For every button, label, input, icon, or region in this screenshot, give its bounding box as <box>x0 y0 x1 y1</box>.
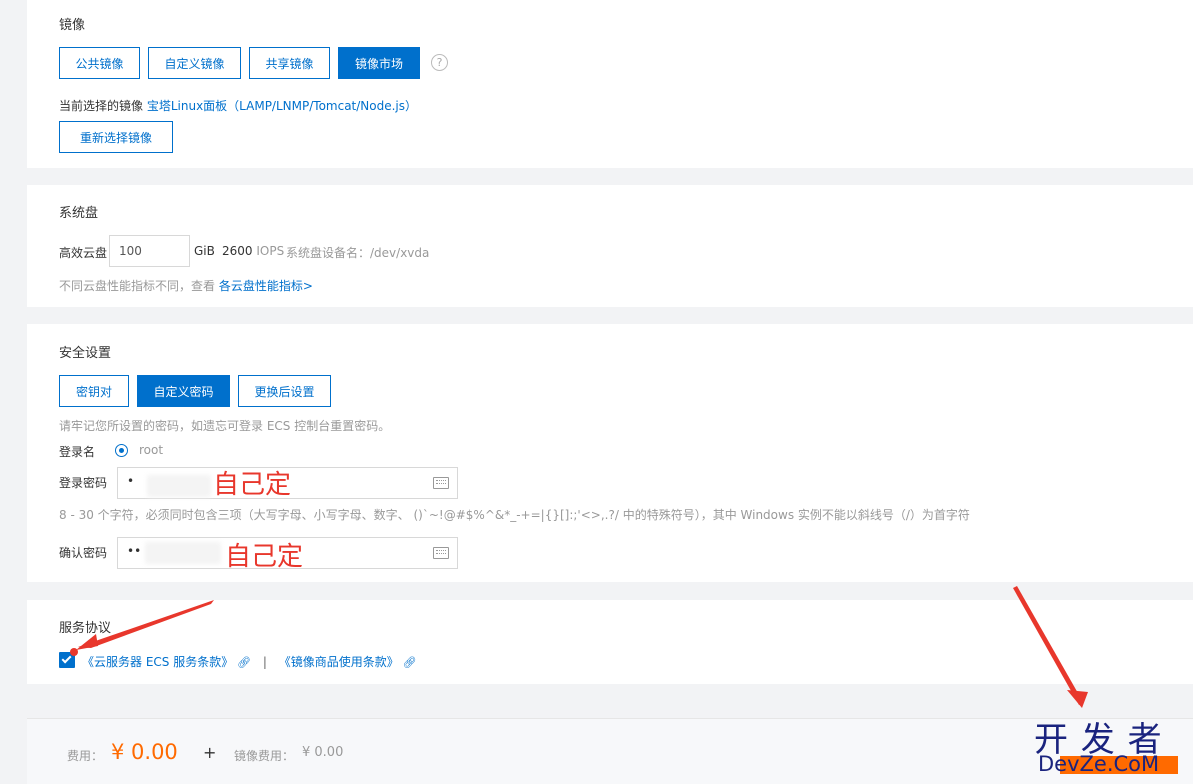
tab-key-pair[interactable]: 密钥对 <box>59 375 129 407</box>
current-image-label: 当前选择的镜像 <box>59 99 144 113</box>
disk-performance-link[interactable]: 各云盘性能指标> <box>219 279 313 293</box>
agreement-section: 服务协议 《云服务器 ECS 服务条款》 🔗︎ | 《镜像商品使用条款》 🔗︎ <box>27 600 1193 684</box>
disk-type-label: 高效云盘 <box>59 246 108 260</box>
disk-device-label: 系统盘设备名： <box>286 246 371 260</box>
system-disk-section: 系统盘 高效云盘 100 GiB 2600 IOPS 系统盘设备名：/dev/x… <box>27 185 1193 307</box>
security-tip: 请牢记您所设置的密码，如遗忘可登录 ECS 控制台重置密码。 <box>59 419 391 433</box>
image-fee-value: ¥ 0.00 <box>302 745 344 760</box>
security-section: 安全设置 密钥对 自定义密码 更换后设置 请牢记您所设置的密码，如遗忘可登录 E… <box>27 324 1193 582</box>
annotation-self-set-confirm: 自己定 <box>225 542 304 572</box>
confirm-password-label: 确认密码 <box>59 546 108 560</box>
tab-custom-password[interactable]: 自定义密码 <box>137 375 230 407</box>
security-title: 安全设置 <box>59 346 112 361</box>
image-terms-link[interactable]: 《镜像商品使用条款》 <box>279 655 399 669</box>
disk-device-value: /dev/xvda <box>370 246 430 260</box>
tab-custom-image[interactable]: 自定义镜像 <box>148 47 241 79</box>
fee-label: 费用： <box>67 749 104 763</box>
tab-set-later[interactable]: 更换后设置 <box>238 375 331 407</box>
disk-size-input[interactable]: 100 <box>109 235 190 267</box>
disk-iops-unit: IOPS <box>256 244 285 258</box>
confirm-password-value: •• <box>127 544 142 558</box>
login-name-value: root <box>139 443 164 457</box>
fee-value: ¥ 0.00 <box>111 740 178 764</box>
tab-image-market[interactable]: 镜像市场 <box>338 47 420 79</box>
tab-shared-image[interactable]: 共享镜像 <box>249 47 330 79</box>
disk-size-unit: GiB <box>194 244 215 258</box>
disk-note-text: 不同云盘性能指标不同，查看 <box>59 279 216 293</box>
arrow-head-down <box>1067 690 1088 708</box>
current-image-value[interactable]: 宝塔Linux面板（LAMP/LNMP/Tomcat/Node.js） <box>147 99 417 113</box>
disk-iops: 2600 IOPS <box>222 244 284 258</box>
password-value: • <box>127 474 135 488</box>
reselect-image-button[interactable]: 重新选择镜像 <box>59 121 173 153</box>
annotation-dot <box>70 648 78 656</box>
password-label: 登录密码 <box>59 476 108 490</box>
image-section-title: 镜像 <box>59 18 86 33</box>
link-separator: | <box>262 655 267 669</box>
current-image-row: 当前选择的镜像 宝塔Linux面板（LAMP/LNMP/Tomcat/Node.… <box>59 97 417 114</box>
ecs-terms-link[interactable]: 《云服务器 ECS 服务条款》 <box>82 655 233 669</box>
fee-plus: + <box>203 743 217 762</box>
image-fee-label: 镜像费用： <box>234 749 295 763</box>
link-icon[interactable]: 🔗︎ <box>403 656 417 669</box>
system-disk-title: 系统盘 <box>59 206 99 221</box>
agreement-links: 《云服务器 ECS 服务条款》 🔗︎ | 《镜像商品使用条款》 🔗︎ <box>82 653 417 670</box>
keyboard-icon[interactable] <box>433 547 449 559</box>
keyboard-icon[interactable] <box>433 477 449 489</box>
confirm-password-redaction <box>145 542 221 564</box>
password-redaction <box>147 475 211 497</box>
link-icon[interactable]: 🔗︎ <box>237 656 251 669</box>
disk-size-value: 100 <box>119 244 142 258</box>
agreement-title: 服务协议 <box>59 621 112 636</box>
annotation-self-set-password: 自己定 <box>213 470 292 500</box>
image-section: 镜像 公共镜像 自定义镜像 共享镜像 镜像市场 ? 当前选择的镜像 宝塔Linu… <box>27 0 1193 168</box>
disk-iops-value: 2600 <box>222 244 253 258</box>
password-hint: 8 - 30 个字符，必须同时包含三项（大写字母、小写字母、数字、 ()`~!@… <box>59 508 970 522</box>
login-name-label: 登录名 <box>59 445 96 459</box>
help-icon[interactable]: ? <box>431 54 448 71</box>
disk-note: 不同云盘性能指标不同，查看 各云盘性能指标> <box>59 277 313 294</box>
disk-device: 系统盘设备名：/dev/xvda <box>286 244 429 261</box>
watermark-line2: DevZe.CoM <box>1038 752 1160 776</box>
footer-bar: 费用： ¥ 0.00 + 镜像费用： ¥ 0.00 <box>27 718 1193 784</box>
tab-public-image[interactable]: 公共镜像 <box>59 47 140 79</box>
login-name-radio[interactable] <box>115 444 128 457</box>
